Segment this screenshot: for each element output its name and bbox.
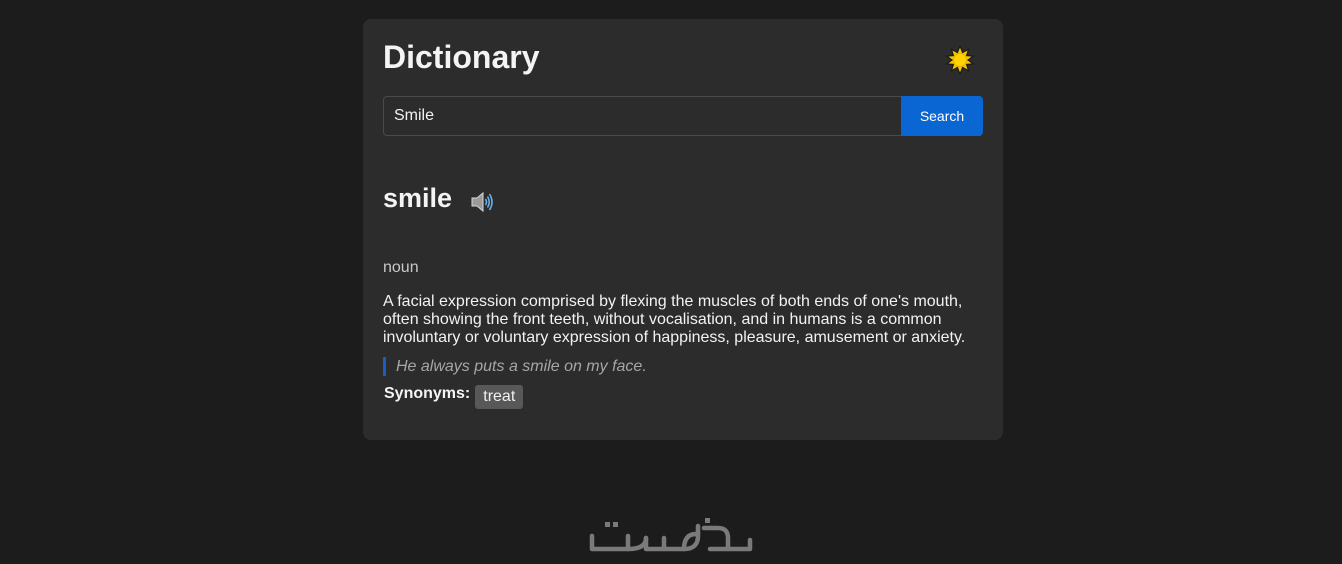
theme-toggle-button[interactable] [945, 44, 975, 76]
synonym-chip[interactable]: treat [475, 385, 524, 409]
khamsat-logo-icon [589, 518, 753, 552]
synonyms-label: Synonyms: [384, 385, 471, 402]
example-quote: He always puts a smile on my face. [383, 357, 647, 376]
search-button[interactable]: Search [901, 96, 983, 136]
speaker-icon [471, 191, 493, 212]
play-audio-button[interactable] [470, 191, 494, 213]
search-input[interactable] [383, 96, 901, 136]
part-of-speech: noun [383, 259, 419, 276]
dictionary-card: Dictionary Search smile noun A facial ex… [363, 19, 1003, 440]
synonyms-row: Synonyms: treat [384, 385, 524, 409]
app-title: Dictionary [383, 39, 540, 75]
search-bar: Search [383, 96, 983, 136]
headword: smile [383, 183, 453, 213]
word-header: smile [383, 183, 494, 214]
sun-icon [945, 44, 975, 76]
definition-text: A facial expression comprised by flexing… [383, 293, 966, 346]
watermark-logo [588, 514, 754, 558]
